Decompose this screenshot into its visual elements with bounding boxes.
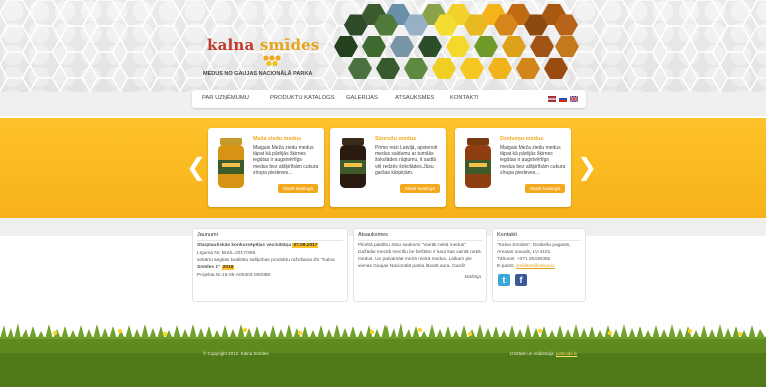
divider bbox=[358, 240, 482, 241]
nav-item-reviews[interactable]: ATSAUKSMES bbox=[395, 95, 434, 101]
news-box: Jaunumi Starptautiskās konkursēpēļas vec… bbox=[192, 228, 348, 302]
contacts-title: Kontakti bbox=[497, 232, 517, 238]
product-card[interactable]: Meža ziedu medus Maigais Meža ziedu medu… bbox=[208, 128, 324, 207]
view-in-catalog-button[interactable]: Skatīt katalogā bbox=[277, 184, 318, 193]
honey-jar-image bbox=[340, 138, 366, 188]
nav-item-contacts[interactable]: KONTAKTI bbox=[450, 95, 479, 101]
view-in-catalog-button[interactable]: Skatīt katalogā bbox=[399, 184, 440, 193]
reviews-box: Atsauksmes Pilnībā paldību Jūsu saukumi … bbox=[353, 228, 487, 302]
slider-next-button[interactable]: ❯ bbox=[577, 153, 597, 182]
contact-email-row: E-pasts: smidites@inbox.lv bbox=[497, 264, 555, 269]
facebook-icon[interactable]: f bbox=[515, 274, 527, 286]
grass-footer-background bbox=[0, 323, 766, 387]
divider bbox=[197, 240, 343, 241]
latvian-flag-icon[interactable] bbox=[548, 96, 556, 102]
contact-email-link[interactable]: smidites@inbox.lv bbox=[516, 264, 555, 269]
nav-item-galleries[interactable]: GALERIJAS bbox=[346, 95, 378, 101]
news-text: Līguma Nr. BIS/L-2017/306. bbox=[197, 251, 257, 256]
site-tagline: MEDUS NO GAUJAS NACIONĀLĀ PARKA bbox=[203, 71, 313, 77]
product-description: Pirmo reizi Latvijā, apvienoti medus sal… bbox=[375, 145, 438, 176]
product-card[interactable]: Sūnrožu medus Pirmo reizi Latvijā, apvie… bbox=[330, 128, 446, 207]
news-text: sekārtu segkās kvalitātu sašķirbas produ… bbox=[197, 258, 335, 263]
honey-jar-image bbox=[465, 138, 491, 188]
reviews-title: Atsauksmes bbox=[358, 232, 388, 238]
product-title[interactable]: Sūnrožu medus bbox=[375, 136, 416, 142]
review-author: Mašīnja bbox=[464, 275, 481, 280]
logo-word-kalna: kalna bbox=[207, 36, 255, 54]
product-card[interactable]: Dzeļveņu medus Maigais Meža ziedu medus … bbox=[455, 128, 571, 207]
copyright-text: © Copyright 2012. Kalna Smīdes bbox=[203, 351, 269, 356]
contact-phone: Tālrunis: +371 26435355 bbox=[497, 257, 551, 262]
review-text: vienas Gaujas Nacionālā parka lāsotā aur… bbox=[358, 264, 466, 269]
honeycomb-photo-collage bbox=[334, 4, 579, 79]
view-in-catalog-button[interactable]: Skatīt katalogā bbox=[524, 184, 565, 193]
news-date-badge: 07.09.2017 bbox=[292, 243, 319, 248]
product-title[interactable]: Dzeļveņu medus bbox=[500, 136, 543, 142]
product-description: Maigais Meža ziedu medus tāpat kā pārējā… bbox=[253, 145, 319, 176]
honey-jar-image bbox=[218, 138, 244, 188]
logo-word-smides: smīdes bbox=[259, 36, 320, 54]
site-logo[interactable]: kalna smīdes bbox=[207, 36, 320, 54]
developer-link[interactable]: justcode.lv bbox=[556, 351, 577, 356]
contact-address: "Kalna Smīdes", Drabešu pagasts, bbox=[497, 243, 571, 248]
review-text: Pilnībā paldību Jūsu saukumi "Vairāk nek… bbox=[358, 243, 466, 248]
news-text: Projekta Nr.15-05-A00403-000088. bbox=[197, 273, 272, 278]
divider bbox=[497, 240, 581, 241]
slider-prev-button[interactable]: ❮ bbox=[186, 153, 206, 182]
news-date-badge: 2016 bbox=[221, 265, 235, 270]
review-text: Dažādie mecīdi mecīšu be beštām ir kaut … bbox=[358, 250, 481, 255]
main-navigation: PAR UZŅĒMUMU PRODUKTU KATALOGS GALERIJAS… bbox=[192, 90, 586, 108]
uk-flag-icon[interactable] bbox=[570, 96, 578, 102]
contact-address: Amatas novads, LV-4101 bbox=[497, 250, 551, 255]
review-text: medus. Un patvamāē meirā meirā medus. La… bbox=[358, 257, 472, 262]
language-switcher bbox=[548, 96, 578, 102]
russian-flag-icon[interactable] bbox=[559, 96, 567, 102]
product-title[interactable]: Meža ziedu medus bbox=[253, 136, 301, 142]
nav-item-catalog[interactable]: PRODUKTU KATALOGS bbox=[270, 95, 335, 101]
product-description: Maigais Meža ziedu medus tāpat kā pārējā… bbox=[500, 145, 566, 176]
news-item-link[interactable]: Starptautiskās konkursēpēļas vecinātāņa … bbox=[197, 243, 319, 248]
twitter-icon[interactable]: t bbox=[498, 274, 510, 286]
news-title: Jaunumi bbox=[197, 232, 218, 238]
contacts-box: Kontakti "Kalna Smīdes", Drabešu pagasts… bbox=[492, 228, 586, 302]
nav-item-about[interactable]: PAR UZŅĒMUMU bbox=[202, 95, 249, 101]
news-item-link[interactable]: Smīdes 1" 2016 bbox=[197, 265, 235, 270]
developer-credit: Izstrāde un realizācija: justcode.lv bbox=[510, 351, 578, 356]
honeycomb-logo-icon bbox=[263, 55, 281, 67]
